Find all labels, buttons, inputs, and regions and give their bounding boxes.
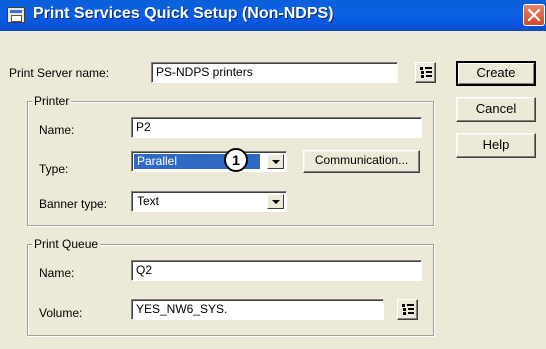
app-window-icon xyxy=(7,7,25,23)
chevron-down-icon[interactable] xyxy=(267,154,284,169)
create-button[interactable]: Create xyxy=(456,61,536,86)
communication-button[interactable]: Communication... xyxy=(303,150,420,173)
browse-tree-icon xyxy=(420,67,432,78)
printer-name-label: Name: xyxy=(39,123,75,137)
server-name-field[interactable]: PS-NDPS printers xyxy=(151,62,398,83)
close-button[interactable] xyxy=(523,4,545,26)
browse-tree-icon xyxy=(402,304,414,315)
banner-type-label: Banner type: xyxy=(39,197,108,211)
server-name-label: Print Server name: xyxy=(9,66,110,80)
help-button[interactable]: Help xyxy=(456,133,536,158)
printer-group-label: Printer xyxy=(32,94,72,108)
server-browse-button[interactable] xyxy=(415,62,436,83)
queue-name-field[interactable]: Q2 xyxy=(131,260,422,281)
queue-name-label: Name: xyxy=(39,266,75,280)
print-queue-group-label: Print Queue xyxy=(32,237,101,251)
printer-type-label: Type: xyxy=(39,162,69,176)
window-title: Print Services Quick Setup (Non-NDPS) xyxy=(33,5,334,22)
banner-type-value: Text xyxy=(137,194,160,208)
volume-browse-button[interactable] xyxy=(397,299,418,320)
volume-label: Volume: xyxy=(39,306,83,320)
printer-type-dropdown[interactable]: Parallel xyxy=(131,151,287,172)
banner-type-dropdown[interactable]: Text xyxy=(131,191,287,212)
chevron-down-icon[interactable] xyxy=(267,194,284,209)
volume-field[interactable]: YES_NW6_SYS. xyxy=(131,299,384,320)
dialog-window: Print Services Quick Setup (Non-NDPS) Pr… xyxy=(0,0,546,349)
close-icon xyxy=(527,8,541,22)
cancel-button[interactable]: Cancel xyxy=(456,97,536,122)
callout-marker: 1 xyxy=(224,148,248,172)
printer-name-field[interactable]: P2 xyxy=(131,117,422,138)
print-queue-group xyxy=(27,244,434,336)
title-bar[interactable]: Print Services Quick Setup (Non-NDPS) xyxy=(0,0,546,31)
